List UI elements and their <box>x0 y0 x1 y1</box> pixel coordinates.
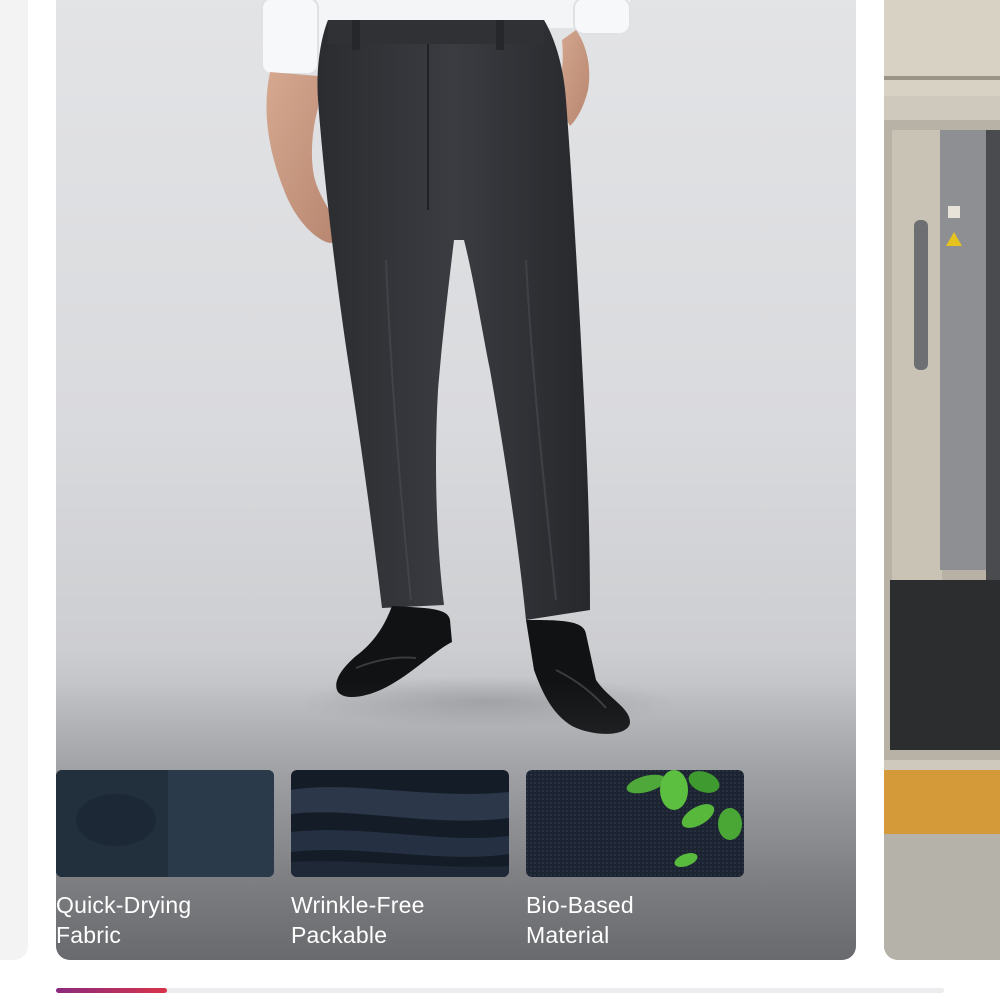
previous-slide-card[interactable] <box>0 0 28 960</box>
feature-list: Quick-Drying Fabric Wrinkle-Free Packabl… <box>56 770 744 948</box>
feature-label-line2: Material <box>526 922 610 948</box>
feature-item-bio-based: Bio-Based Material <box>526 770 744 950</box>
feature-item-wrinkle-free: Wrinkle-Free Packable <box>291 770 509 950</box>
carousel-progress-track[interactable] <box>56 988 944 993</box>
feature-label-line1: Wrinkle-Free <box>291 892 425 918</box>
feature-item-quick-drying: Quick-Drying Fabric <box>56 770 274 950</box>
feature-label-line1: Bio-Based <box>526 892 634 918</box>
feature-label-line1: Quick-Drying <box>56 892 192 918</box>
feature-label-line2: Packable <box>291 922 388 948</box>
carousel-progress-indicator <box>56 988 167 993</box>
feature-label-line2: Fabric <box>56 922 122 948</box>
bio-based-leaves-swatch-icon <box>526 770 744 877</box>
next-slide-card[interactable] <box>884 0 1000 960</box>
wrinkle-free-fabric-swatch-icon <box>291 770 509 877</box>
subway-train-door-photo <box>884 0 1000 960</box>
product-carousel: Quick-Drying Fabric Wrinkle-Free Packabl… <box>0 0 1000 1000</box>
quick-drying-fabric-swatch-icon <box>56 770 274 877</box>
